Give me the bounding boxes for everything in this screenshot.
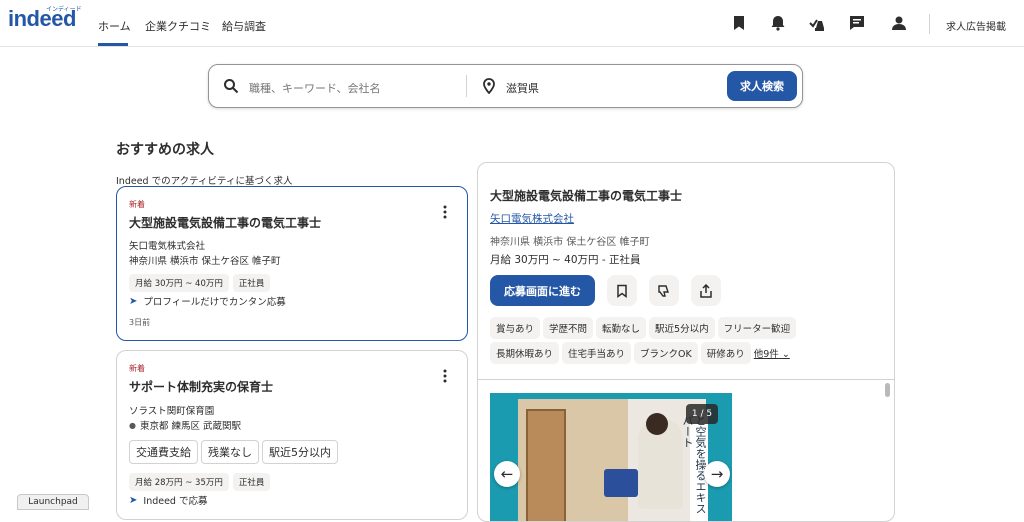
more-options-icon[interactable] (443, 204, 447, 219)
benefit-tag: フリーター歓迎 (717, 317, 797, 339)
send-arrow-icon: ➤ (129, 295, 138, 307)
jobtype-pill: 正社員 (232, 274, 271, 292)
job-detail-panel: 大型施設電気設備工事の電気工事士 矢口電気株式会社 神奈川県 横浜市 保土ケ谷区… (477, 162, 895, 522)
bookmark-icon[interactable] (730, 14, 748, 32)
photo-worker-head (646, 413, 668, 435)
job-location: 東京都 練馬区 武蔵関駅 (139, 421, 242, 432)
bell-icon[interactable] (769, 14, 787, 32)
job-title[interactable]: 大型施設電気設備工事の電気工事士 (129, 214, 321, 231)
not-interested-button[interactable] (649, 275, 679, 306)
company-name: ソラスト関町保育園 (129, 406, 215, 417)
benefit-tag: 賞与あり (490, 317, 541, 339)
location-input[interactable]: 滋賀県 (506, 80, 539, 96)
section-title: おすすめの求人 (116, 142, 214, 158)
job-location-row: ● 東京都 練馬区 武蔵関駅 (129, 418, 242, 433)
benefit-tag: 住宅手当あり (562, 342, 632, 364)
benefit-tag: 交通費支給 (129, 440, 198, 464)
chevron-down-icon: ⌄ (781, 349, 790, 360)
detail-salary: 月給 30万円 ~ 40万円 - 正社員 (490, 254, 641, 266)
detail-location: 神奈川県 横浜市 保土ケ谷区 帷子町 (490, 237, 650, 248)
job-card[interactable]: 新着 サポート体制充実の保育士 ソラスト関町保育園 ● 東京都 練馬区 武蔵関駅… (116, 350, 468, 520)
photo-toolbox (604, 469, 638, 497)
indeed-apply: ➤ Indeed で応募 (129, 493, 208, 508)
share-button[interactable] (691, 275, 721, 306)
employer-link[interactable]: 求人広告掲載 (946, 18, 1006, 33)
job-location: 神奈川県 横浜市 保土ケ谷区 帷子町 (129, 256, 281, 267)
benefit-tag: ブランクOK (634, 342, 698, 364)
detail-divider (478, 379, 894, 380)
photo-counter: 1 / 5 (686, 404, 718, 424)
carousel-next-arrow-icon[interactable]: → (704, 461, 730, 487)
nav-active-indicator (98, 43, 128, 46)
more-tags-link[interactable]: 他9件 ⌄ (754, 346, 790, 360)
detail-company-link[interactable]: 矢口電気株式会社 (490, 211, 574, 226)
nav-home[interactable]: ホーム (98, 18, 131, 34)
logo-ruby: インディード (46, 6, 82, 13)
applications-icon[interactable] (808, 14, 826, 32)
job-pills: 月給 30万円 ~ 40万円 正社員 (129, 271, 274, 292)
job-card[interactable]: 新着 大型施設電気設備工事の電気工事士 矢口電気株式会社 神奈川県 横浜市 保土… (116, 186, 468, 341)
new-badge: 新着 (129, 200, 145, 209)
thumbs-down-icon (658, 284, 669, 297)
detail-job-title: 大型施設電気設備工事の電気工事士 (490, 189, 683, 203)
benefit-tag: 駅近5分以内 (649, 317, 715, 339)
search-button[interactable]: 求人検索 (727, 71, 797, 101)
company-name: 矢口電気株式会社 (129, 241, 206, 252)
indeed-logo[interactable]: indeed インディード (8, 6, 84, 34)
job-pills: 月給 28万円 ~ 35万円 正社員 (129, 470, 274, 491)
salary-pill: 月給 30万円 ~ 40万円 (129, 274, 229, 292)
benefit-tag: 長期休暇あり (490, 342, 560, 364)
section-subtitle: Indeed でのアクティビティに基づく求人 (116, 176, 293, 187)
benefit-tag: 残業なし (201, 440, 259, 464)
benefit-tag: 研修あり (700, 342, 751, 364)
apply-text: Indeed で応募 (143, 496, 208, 507)
send-arrow-icon: ➤ (129, 494, 138, 506)
more-options-icon[interactable] (443, 368, 447, 383)
benefit-tag: 転勤なし (596, 317, 647, 339)
account-icon[interactable] (890, 14, 908, 32)
benefit-tags-row-2: 長期休暇あり 住宅手当あり ブランクOK 研修あり 他9件 ⌄ (490, 342, 890, 364)
location-pin-icon: ● (129, 420, 136, 430)
nav-company-reviews[interactable]: 企業クチコミ (145, 18, 211, 34)
job-photo (518, 399, 706, 521)
photo-door (526, 409, 566, 521)
benefit-tags: 交通費支給 残業なし 駅近5分以内 (129, 440, 341, 464)
share-icon (700, 283, 712, 298)
salary-pill: 月給 28万円 ~ 35万円 (129, 473, 229, 491)
location-pin-icon (481, 78, 497, 95)
benefit-tag: 駅近5分以内 (262, 440, 338, 464)
header-divider (929, 14, 930, 34)
posted-date: 3日前 (129, 318, 151, 327)
save-job-button[interactable] (607, 275, 637, 306)
search-divider (466, 75, 467, 97)
job-title[interactable]: サポート体制充実の保育士 (129, 378, 273, 395)
nav-salary[interactable]: 給与調査 (222, 18, 266, 34)
easy-apply: ➤ プロフィールだけでカンタン応募 (129, 294, 286, 309)
job-photo-carousel: と空気を操るエキスパート 1 / 5 ← → (490, 393, 732, 521)
bookmark-outline-icon (617, 284, 627, 298)
carousel-prev-arrow-icon[interactable]: ← (494, 461, 520, 487)
top-header: indeed インディード ホーム 企業クチコミ 給与調査 求人広告掲載 (0, 0, 1024, 47)
scrollbar-thumb[interactable] (885, 383, 890, 397)
search-bar: 職種、キーワード、会社名 滋賀県 求人検索 (208, 64, 803, 108)
new-badge: 新着 (129, 364, 145, 373)
keyword-input[interactable]: 職種、キーワード、会社名 (249, 80, 381, 96)
apply-button[interactable]: 応募画面に進む (490, 275, 595, 306)
apply-text: プロフィールだけでカンタン応募 (143, 297, 286, 308)
message-icon[interactable] (848, 14, 866, 32)
benefit-tags-row-1: 賞与あり 学歴不問 転勤なし 駅近5分以内 フリーター歓迎 (490, 317, 890, 339)
more-tags-label: 他9件 (753, 349, 779, 360)
search-icon (223, 78, 239, 94)
jobtype-pill: 正社員 (232, 473, 271, 491)
benefit-tag: 学歴不問 (543, 317, 594, 339)
